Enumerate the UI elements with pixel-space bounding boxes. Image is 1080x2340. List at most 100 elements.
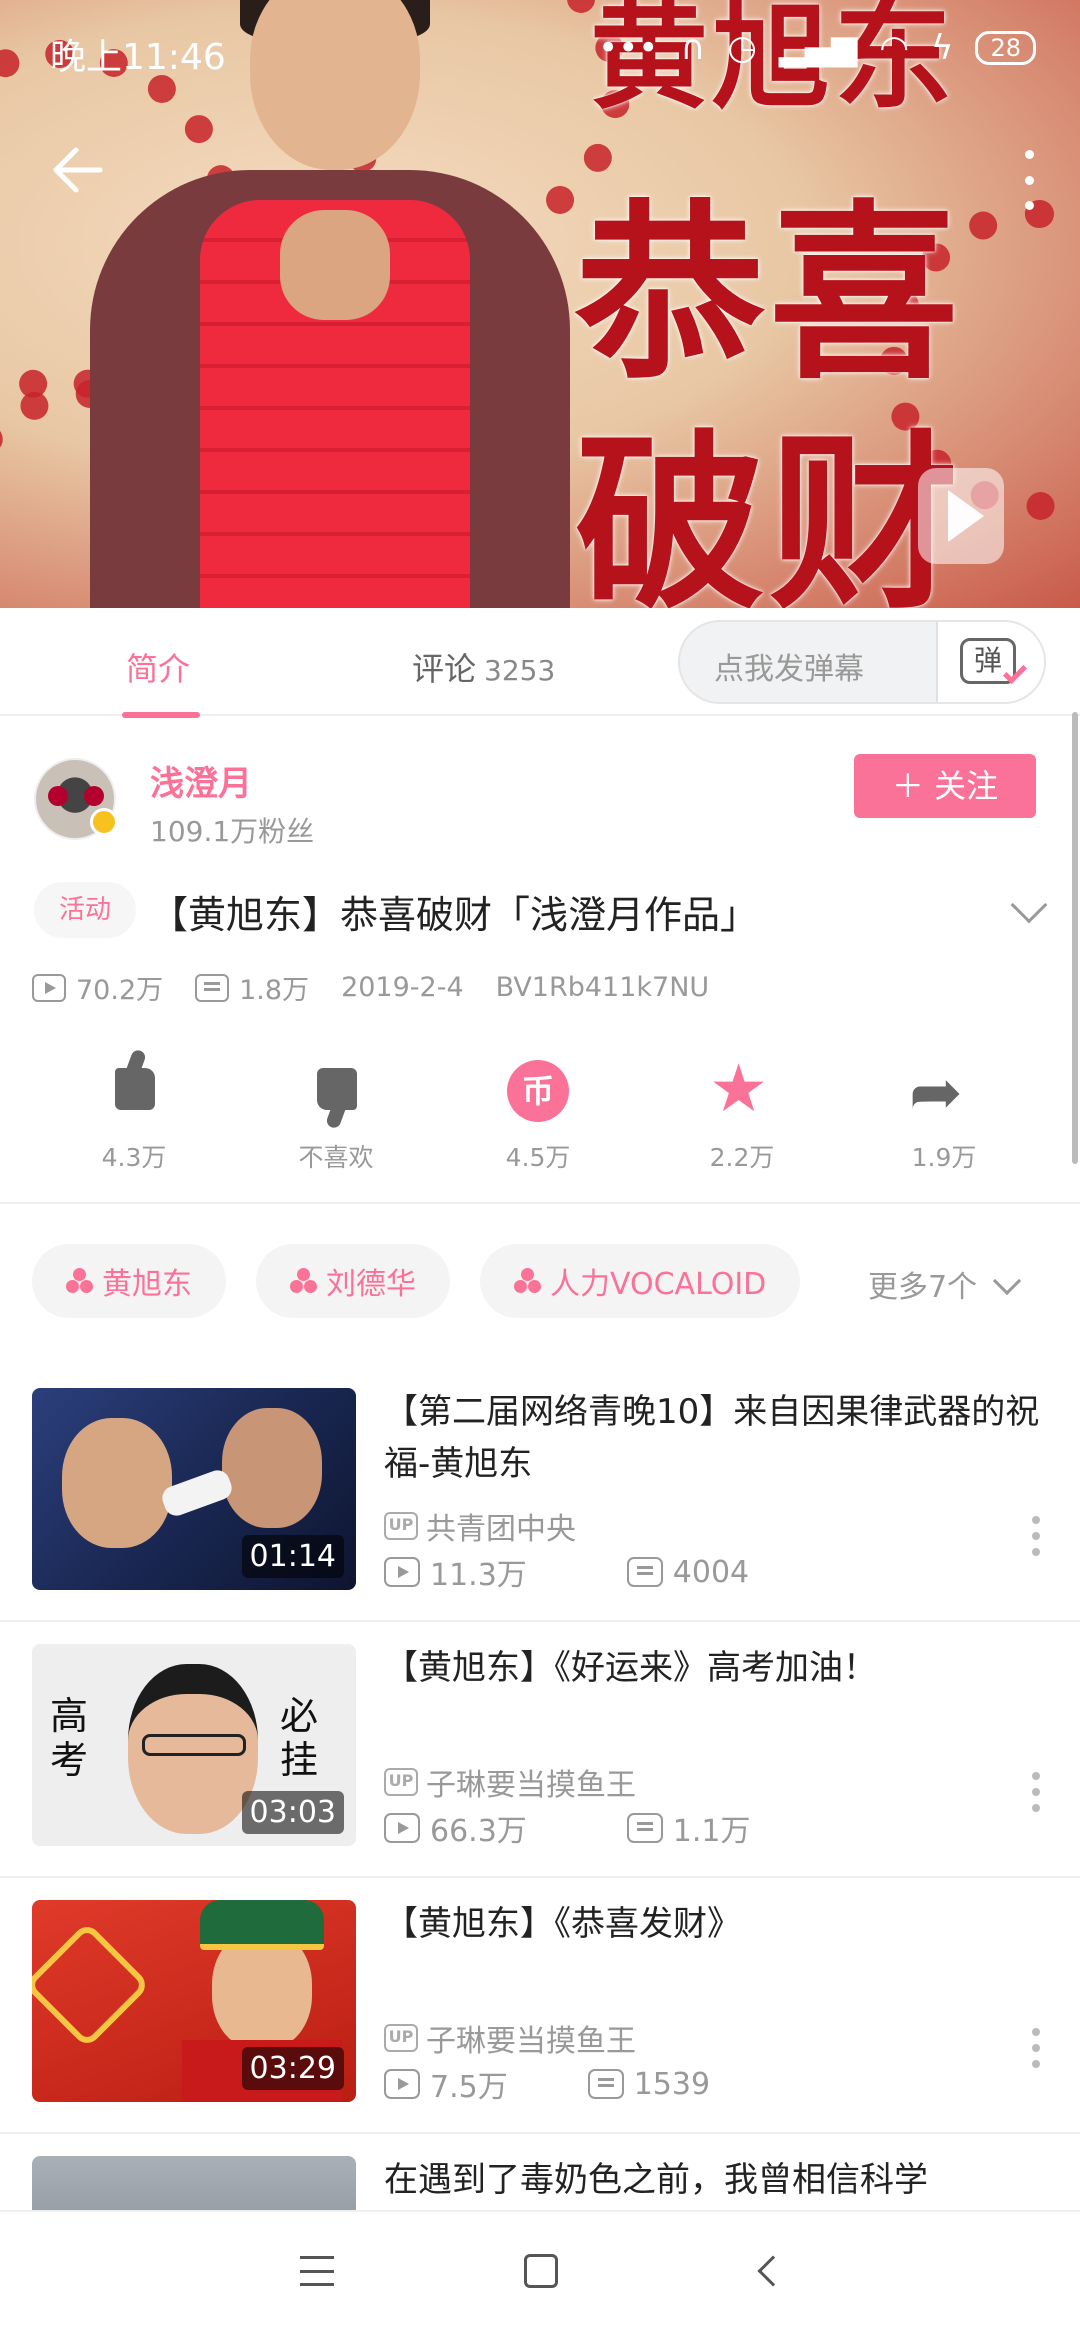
wifi-icon: ◠ bbox=[879, 28, 910, 68]
play-icon[interactable] bbox=[918, 468, 1004, 564]
system-nav-bar bbox=[0, 2210, 1080, 2340]
like-count: 4.3万 bbox=[101, 1143, 167, 1172]
verified-badge-icon bbox=[90, 808, 118, 836]
tag-label: 刘德华 bbox=[326, 1267, 416, 1302]
tab-comments[interactable]: 评论 3253 bbox=[412, 644, 555, 690]
share-arrow-icon: ➦ bbox=[909, 1056, 963, 1130]
video-overlay-line2: 破财 bbox=[575, 412, 964, 608]
danmaku-placeholder: 点我发弹幕 bbox=[714, 652, 864, 687]
related-views: 7.5万 bbox=[430, 2070, 508, 2105]
share-button[interactable]: ➦ 1.9万 bbox=[864, 1058, 1024, 1174]
dislike-button[interactable]: 不喜欢 bbox=[256, 1058, 416, 1174]
tag-label: 黄旭东 bbox=[102, 1267, 192, 1302]
status-time: 晚上11:46 bbox=[50, 37, 226, 78]
related-stats: 11.3万 4004 bbox=[384, 1550, 749, 1594]
video-meta: 70.2万 1.8万 2019-2-4 BV1Rb411k7NU bbox=[32, 968, 709, 1007]
tab-intro[interactable]: 简介 bbox=[121, 644, 201, 718]
more-options-icon[interactable] bbox=[1032, 1516, 1042, 1556]
divider bbox=[0, 1202, 1080, 1204]
avatar[interactable] bbox=[34, 758, 118, 840]
related-danmaku: 1539 bbox=[633, 2066, 711, 2102]
danmaku-count: 1.8万 bbox=[239, 975, 310, 1006]
favorite-button[interactable]: ★ 2.2万 bbox=[662, 1054, 822, 1174]
more-options-icon[interactable] bbox=[1032, 2028, 1042, 2068]
tag-icon bbox=[514, 1268, 542, 1294]
more-options-icon[interactable] bbox=[1014, 150, 1044, 210]
danmaku-input[interactable]: 点我发弹幕 弹 bbox=[678, 620, 1046, 704]
related-views: 11.3万 bbox=[430, 1558, 527, 1593]
coin-button[interactable]: 币 4.5万 bbox=[458, 1058, 618, 1174]
tag-label: 人力VOCALOID bbox=[550, 1267, 767, 1302]
more-tags-button[interactable]: 更多7个 bbox=[868, 1262, 1022, 1306]
tag-chip[interactable]: 黄旭东 bbox=[32, 1244, 226, 1318]
video-player[interactable]: 黄旭东 恭喜 破财 晚上11:46 ••• ∩ ◷ ▂▄▆ ◠ ϟ 28 bbox=[0, 0, 1080, 608]
hd-signal-icon: ▂▄▆ bbox=[778, 28, 858, 68]
video-thumbnail[interactable]: 高考 必挂 03:03 bbox=[32, 1644, 356, 1846]
publish-date: 2019-2-4 bbox=[341, 972, 464, 1003]
battery-icon: 28 bbox=[975, 31, 1036, 65]
activity-badge[interactable]: 活动 bbox=[34, 882, 136, 938]
related-uploader-name: 子琳要当摸鱼王 bbox=[426, 1768, 636, 1803]
video-duration: 01:14 bbox=[241, 1535, 344, 1578]
favorite-count: 2.2万 bbox=[709, 1143, 775, 1172]
related-uploader: UP 共青团中央 bbox=[384, 1504, 576, 1548]
more-tags-label: 更多7个 bbox=[868, 1270, 978, 1305]
headphone-icon: ∩ bbox=[680, 28, 706, 68]
share-count: 1.9万 bbox=[911, 1143, 977, 1172]
up-icon: UP bbox=[384, 2024, 418, 2052]
related-video-item[interactable]: 03:29 【黄旭东】《恭喜发财》 UP 子琳要当摸鱼王 7.5万 1539 bbox=[0, 1878, 1080, 2134]
related-uploader-name: 共青团中央 bbox=[426, 1512, 576, 1547]
related-title: 在遇到了毒奶色之前，我曾相信科学 bbox=[384, 2160, 928, 2200]
view-count: 70.2万 bbox=[76, 975, 164, 1006]
play-count-icon bbox=[384, 1557, 420, 1587]
related-stats: 7.5万 1539 bbox=[384, 2062, 710, 2106]
follow-button[interactable]: ＋ 关注 bbox=[854, 754, 1036, 818]
uploader-fans: 109.1万粉丝 bbox=[150, 815, 315, 848]
related-title: 【黄旭东】《恭喜发财》 bbox=[384, 1904, 741, 1944]
chevron-down-icon[interactable] bbox=[1010, 886, 1048, 924]
play-count-icon bbox=[384, 2069, 420, 2099]
alarm-icon: ◷ bbox=[727, 28, 757, 68]
tag-chip[interactable]: 人力VOCALOID bbox=[480, 1244, 801, 1318]
tag-chip[interactable]: 刘德华 bbox=[256, 1244, 450, 1318]
video-duration: 03:03 bbox=[241, 1791, 344, 1834]
comments-count: 3253 bbox=[484, 654, 556, 687]
video-thumbnail[interactable]: 03:29 bbox=[32, 1900, 356, 2102]
thumbnail-caption-left: 高考 bbox=[50, 1694, 89, 1782]
thumbnail-caption-right: 必挂 bbox=[280, 1694, 319, 1782]
back-arrow-icon[interactable] bbox=[46, 140, 106, 200]
up-icon: UP bbox=[384, 1512, 418, 1540]
related-uploader: UP 子琳要当摸鱼王 bbox=[384, 2016, 636, 2060]
tag-icon bbox=[290, 1268, 318, 1294]
thumbs-down-icon bbox=[317, 1068, 357, 1110]
danmaku-count-icon bbox=[626, 1557, 663, 1587]
bvid: BV1Rb411k7NU bbox=[495, 972, 710, 1003]
more-options-icon[interactable] bbox=[1032, 1772, 1042, 1812]
coin-icon: 币 bbox=[507, 1060, 569, 1122]
charging-icon: ϟ bbox=[931, 28, 954, 68]
like-button[interactable]: 4.3万 bbox=[54, 1058, 214, 1174]
danmaku-count-icon bbox=[587, 2069, 624, 2099]
menu-icon[interactable] bbox=[300, 2256, 334, 2286]
up-icon: UP bbox=[384, 1768, 418, 1796]
related-title: 【黄旭东】《好运来》高考加油！ bbox=[384, 1648, 877, 1688]
thumbs-up-icon bbox=[115, 1068, 155, 1110]
related-video-item[interactable]: 01:14 【第二届网络青晚10】来自因果律武器的祝福-黄旭东 UP 共青团中央 … bbox=[0, 1366, 1080, 1622]
back-icon[interactable] bbox=[757, 2255, 789, 2287]
danmaku-count-icon bbox=[626, 1813, 663, 1843]
danmaku-count-icon bbox=[195, 973, 230, 1002]
video-title: 【黄旭东】恭喜破财「浅澄月作品」 bbox=[150, 893, 759, 937]
dislike-label: 不喜欢 bbox=[298, 1143, 374, 1172]
home-icon[interactable] bbox=[524, 2254, 558, 2288]
play-count-icon bbox=[384, 1813, 420, 1843]
video-thumbnail[interactable]: 01:14 bbox=[32, 1388, 356, 1590]
uploader-name[interactable]: 浅澄月 bbox=[150, 756, 252, 805]
related-uploader: UP 子琳要当摸鱼王 bbox=[384, 1760, 636, 1804]
star-icon: ★ bbox=[709, 1050, 769, 1127]
tab-bar: 简介 评论 3253 点我发弹幕 弹 bbox=[0, 608, 1080, 718]
related-video-item[interactable]: 高考 必挂 03:03 【黄旭东】《好运来》高考加油！ UP 子琳要当摸鱼王 66… bbox=[0, 1622, 1080, 1878]
dots-icon: ••• bbox=[598, 28, 659, 68]
coin-count: 4.5万 bbox=[505, 1143, 571, 1172]
danmaku-toggle-icon[interactable]: 弹 bbox=[936, 622, 1044, 702]
action-bar: 4.3万 不喜欢 币 4.5万 ★ 2.2万 ➦ 1.9万 bbox=[0, 1054, 1080, 1178]
